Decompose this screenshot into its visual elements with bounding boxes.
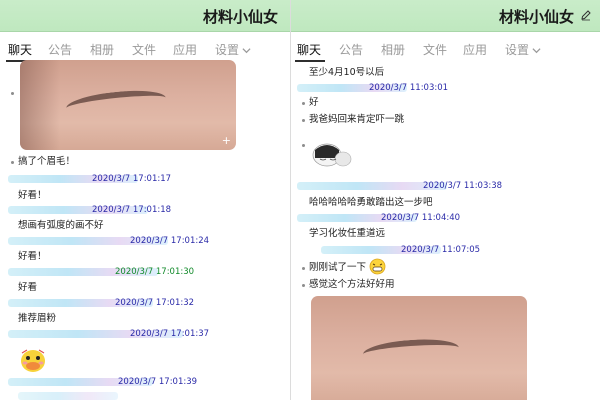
left-tab-apps[interactable]: 应用 — [173, 41, 197, 58]
message-timestamp: 2020/3/7 17:01:32 — [115, 298, 195, 308]
cut-off-message — [18, 392, 118, 400]
grin-emoji-icon — [369, 258, 386, 275]
right-tab-bar: 聊天 公告 相册 文件 应用 设置 — [291, 38, 600, 62]
message-timestamp: 2020/3/7 17:01:17 — [92, 174, 172, 184]
bullet-dot — [302, 144, 305, 147]
message-text: 学习化妆任重道远 — [309, 228, 386, 239]
message-text: 想画有弧度的画不好 — [18, 220, 104, 231]
right-tab-settings[interactable]: 设置 — [505, 41, 541, 58]
message-row: 刚刚试了一下 — [291, 258, 600, 276]
chevron-down-icon — [532, 48, 541, 54]
message-row: 想画有弧度的画不好 — [0, 218, 290, 234]
message-meta: 2020/3/7 17:01:30 — [0, 264, 290, 280]
edit-icon[interactable] — [580, 9, 592, 21]
right-active-tab-indicator — [295, 60, 325, 62]
message-meta: 2020/3/7 17:01:17 — [0, 171, 290, 187]
message-text: 刚刚试了一下 — [309, 262, 367, 273]
right-tab-settings-label: 设置 — [505, 43, 530, 57]
message-meta: 2020/3/7 11:03:01 — [291, 80, 600, 96]
right-group-title: 材料小仙女 — [498, 8, 574, 26]
photo-shadow — [20, 60, 60, 150]
message-timestamp: 2020/3/7 17:01:30 — [115, 267, 195, 277]
message-text: 搞了个眉毛！ — [18, 156, 76, 167]
left-message-list: + 搞了个眉毛！ 2020/3/7 17:01:17 好看！ 2020/3/7 … — [0, 60, 290, 400]
eyebrow-photo[interactable]: + — [20, 60, 236, 150]
screenshot-composite: 材料小仙女 聊天 公告 相册 文件 应用 设置 + 搞了个眉毛！ 2020/3/… — [0, 0, 600, 400]
message-timestamp: 2020/3/7 17:01:37 — [130, 329, 210, 339]
message-row: 好看！ — [0, 249, 290, 265]
eyebrow-shape — [362, 336, 460, 366]
right-tab-files[interactable]: 文件 — [423, 41, 447, 58]
left-tab-settings[interactable]: 设置 — [215, 41, 251, 58]
message-timestamp: 2020/3/7 11:03:01 — [369, 83, 449, 93]
left-tab-settings-label: 设置 — [215, 43, 240, 57]
right-tab-apps[interactable]: 应用 — [463, 41, 487, 58]
message-timestamp: 2020/3/7 11:03:38 — [423, 181, 503, 191]
message-meta: 2020/3/7 11:07:05 — [291, 242, 600, 258]
message-meta: 2020/3/7 11:04:40 — [291, 210, 600, 226]
bullet-dot — [302, 267, 305, 270]
message-text: 好看！ — [18, 251, 47, 262]
message-row: 推荐眉粉 — [0, 311, 290, 327]
right-chat-window: 材料小仙女 聊天 公告 相册 文件 应用 设置 至少4月10号以后 2020/3… — [290, 0, 600, 400]
left-tab-bar: 聊天 公告 相册 文件 应用 设置 — [0, 38, 290, 62]
message-text: 感觉这个方法好好用 — [309, 279, 395, 290]
left-title-bar: 材料小仙女 — [0, 0, 290, 32]
message-row: 好看 — [0, 280, 290, 296]
message-text: 我爸妈回来肯定吓一跳 — [309, 114, 405, 125]
sleepy-sticker[interactable] — [311, 138, 353, 168]
bullet-dot — [11, 161, 14, 164]
message-row: 哈哈哈哈哈勇敢踏出这一步吧 — [291, 195, 600, 211]
left-group-title: 材料小仙女 — [202, 8, 278, 26]
message-text: 哈哈哈哈哈勇敢踏出这一步吧 — [309, 197, 433, 208]
left-chat-window: 材料小仙女 聊天 公告 相册 文件 应用 设置 + 搞了个眉毛！ 2020/3/… — [0, 0, 290, 400]
eyebrow-photo[interactable] — [311, 296, 527, 400]
right-message-list: 至少4月10号以后 2020/3/7 11:03:01 好 我爸妈回来肯定吓一跳 — [291, 64, 600, 400]
message-timestamp: 2020/3/7 17:01:39 — [118, 377, 198, 387]
eyebrow-shape — [65, 86, 167, 120]
right-tab-announcement[interactable]: 公告 — [339, 41, 363, 58]
message-text: 至少4月10号以后 — [309, 67, 385, 78]
message-meta: 2020/3/7 11:03:38 — [291, 178, 600, 194]
right-title-bar: 材料小仙女 — [291, 0, 600, 32]
message-meta: 2020/3/7 17:01:24 — [0, 233, 290, 249]
left-tab-announcement[interactable]: 公告 — [48, 41, 72, 58]
message-meta: 2020/3/7 17:01:39 — [0, 374, 290, 390]
message-meta: 2020/3/7 17:01:37 — [0, 326, 290, 342]
message-row: 搞了个眉毛！ — [0, 154, 290, 170]
message-meta: 2020/3/7 17:01:18 — [0, 202, 290, 218]
right-tab-chat[interactable]: 聊天 — [297, 41, 321, 58]
bullet-dot — [11, 92, 14, 95]
message-timestamp: 2020/3/7 11:07:05 — [401, 245, 481, 255]
chevron-down-icon — [242, 48, 251, 54]
message-timestamp: 2020/3/7 17:01:18 — [92, 205, 172, 215]
message-text: 推荐眉粉 — [18, 313, 57, 324]
message-row: 学习化妆任重道远 — [291, 226, 600, 242]
left-tab-album[interactable]: 相册 — [90, 41, 114, 58]
right-tab-album[interactable]: 相册 — [381, 41, 405, 58]
message-row: 好 — [291, 95, 600, 111]
expand-icon[interactable]: + — [222, 134, 231, 147]
message-row: 感觉这个方法好好用 — [291, 277, 600, 293]
bullet-dot — [302, 284, 305, 287]
message-row: 我爸妈回来肯定吓一跳 — [291, 112, 600, 128]
message-timestamp: 2020/3/7 11:04:40 — [381, 213, 461, 223]
message-row: 至少4月10号以后 — [291, 65, 600, 81]
message-meta: 2020/3/7 17:01:32 — [0, 295, 290, 311]
message-timestamp: 2020/3/7 17:01:24 — [130, 236, 210, 246]
message-text: 好 — [309, 97, 319, 108]
bullet-dot — [302, 119, 305, 122]
bullet-dot — [302, 102, 305, 105]
duck-sticker[interactable] — [18, 345, 48, 375]
message-text: 好看 — [18, 282, 38, 293]
left-tab-files[interactable]: 文件 — [132, 41, 156, 58]
left-tab-chat[interactable]: 聊天 — [8, 41, 32, 58]
